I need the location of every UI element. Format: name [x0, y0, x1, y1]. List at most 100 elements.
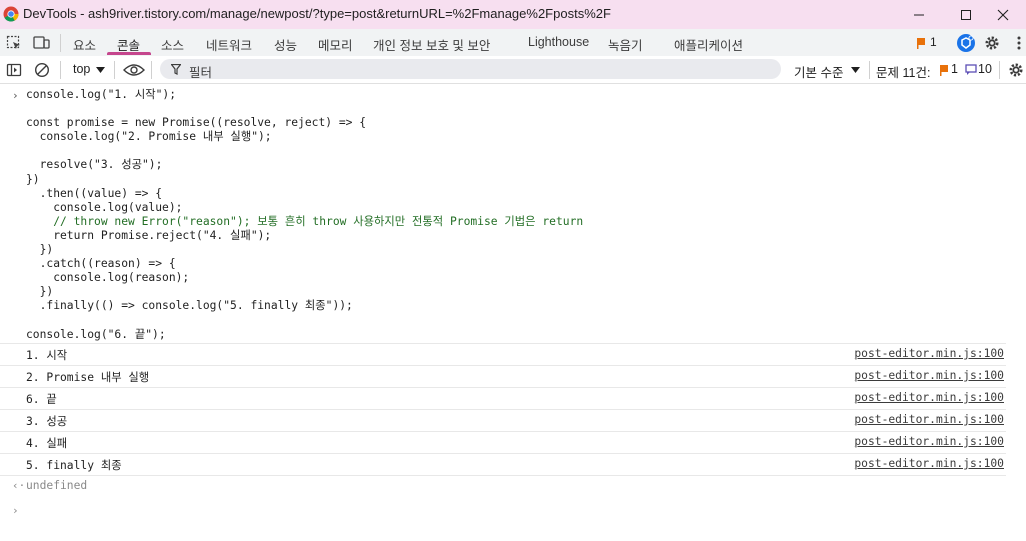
code-line: console.log("6. 끝"); — [26, 327, 166, 341]
tab-privacy-security[interactable]: 개인 정보 보호 및 보안 — [373, 35, 490, 54]
code-line: .finally(() => console.log("5. finally 최… — [26, 299, 353, 313]
tab-recorder[interactable]: 녹음기 — [608, 35, 643, 54]
code-line: }) — [26, 285, 54, 299]
more-vertical-icon — [1017, 36, 1021, 50]
log-source-link[interactable]: post-editor.min.js:100 — [854, 347, 1004, 360]
active-tab-indicator — [107, 52, 151, 55]
divider — [999, 61, 1000, 79]
log-source-link[interactable]: post-editor.min.js:100 — [854, 391, 1004, 404]
filter-placeholder: 필터 — [189, 66, 213, 80]
clear-icon — [34, 62, 50, 78]
close-icon — [997, 9, 1009, 20]
live-expression-button[interactable] — [123, 61, 145, 79]
filter-icon — [171, 64, 181, 75]
sidebar-toggle-button[interactable] — [5, 61, 23, 79]
code-line: const promise = new Promise((resolve, re… — [26, 116, 367, 130]
tab-application[interactable]: 애플리케이션 — [674, 35, 743, 54]
console-log-row: 6. 끝 post-editor.min.js:100 — [0, 387, 1006, 410]
issues-counter[interactable]: 문제 11건: 1 10 — [872, 56, 997, 83]
code-line: console.log("2. Promise 내부 실행"); — [26, 130, 272, 144]
sidebar-icon — [6, 63, 22, 77]
input-chevron-icon: › — [12, 89, 19, 102]
log-message: 1. 시작 — [26, 349, 68, 362]
close-button[interactable] — [980, 0, 1026, 29]
chrome-icon — [3, 6, 19, 22]
settings-button[interactable] — [983, 34, 1001, 52]
log-source-link[interactable]: post-editor.min.js:100 — [854, 413, 1004, 426]
divider — [114, 61, 115, 79]
code-line: .catch((reason) => { — [26, 257, 176, 271]
console-settings-button[interactable] — [1007, 61, 1025, 79]
devtools-tab-bar: 요소 콘솔 소스 네트워크 성능 메모리 개인 정보 보호 및 보안 Light… — [0, 29, 1026, 57]
minimize-icon — [914, 14, 924, 15]
console-area[interactable]: › console.log("1. 시작"); const promise = … — [0, 84, 1026, 541]
filter-input[interactable]: 필터 — [160, 59, 781, 80]
console-log-row: 4. 실패 post-editor.min.js:100 — [0, 431, 1006, 454]
log-source-link[interactable]: post-editor.min.js:100 — [854, 457, 1004, 470]
result-arrow-icon: ‹· — [12, 479, 26, 492]
console-log-row: 1. 시작 post-editor.min.js:100 — [0, 343, 1006, 366]
context-selector[interactable]: top — [66, 56, 110, 83]
maximize-icon — [961, 9, 971, 20]
code-line: console.log("1. 시작"); — [26, 88, 177, 101]
console-toolbar: top 필터 기본 수준 문제 11건: 1 10 — [0, 56, 1026, 84]
console-log-row: 5. finally 최종 post-editor.min.js:100 — [0, 453, 1006, 476]
select-element-icon — [6, 35, 20, 49]
code-comment-line: // throw new Error("reason"); 보통 흔히 thro… — [26, 214, 584, 228]
code-line: }) — [26, 243, 54, 257]
console-log-row: 3. 성공 post-editor.min.js:100 — [0, 409, 1006, 432]
log-message: 6. 끝 — [26, 393, 57, 406]
prompt-chevron-icon: › — [12, 504, 19, 517]
log-message: 4. 실패 — [26, 437, 68, 450]
divider — [60, 61, 61, 79]
divider — [60, 34, 61, 52]
tab-performance[interactable]: 성능 — [274, 35, 297, 54]
warning-flag-icon — [940, 65, 948, 76]
device-toolbar-button[interactable] — [33, 34, 51, 52]
divider — [869, 61, 870, 79]
code-line: resolve("3. 성공"); — [26, 158, 163, 172]
minimize-button[interactable] — [896, 0, 942, 29]
title-bar: DevTools - ash9river.tistory.com/manage/… — [0, 0, 1026, 29]
eye-icon — [123, 64, 145, 76]
gear-icon — [1009, 63, 1023, 77]
code-line: .then((value) => { — [26, 186, 163, 200]
tab-memory[interactable]: 메모리 — [318, 35, 353, 54]
window-title: DevTools - ash9river.tistory.com/manage/… — [23, 6, 611, 21]
code-line: return Promise.reject("4. 실패"); — [26, 228, 272, 242]
ai-assistant-icon — [957, 34, 975, 52]
issues-label: 문제 11건: — [876, 66, 931, 80]
log-message: 2. Promise 내부 실행 — [26, 371, 150, 384]
log-message: 5. finally 최종 — [26, 459, 122, 472]
console-prompt-row[interactable]: › — [0, 498, 1006, 520]
issues-badge-count: 1 — [930, 35, 937, 49]
clear-console-button[interactable] — [33, 61, 51, 79]
log-source-link[interactable]: post-editor.min.js:100 — [854, 369, 1004, 382]
chevron-down-icon — [851, 67, 860, 73]
more-options-button[interactable] — [1010, 34, 1026, 52]
code-line: }) — [26, 172, 40, 186]
console-log-row: 2. Promise 내부 실행 post-editor.min.js:100 — [0, 365, 1006, 388]
gear-icon — [985, 36, 999, 50]
console-input-code: console.log("1. 시작"); const promise = ne… — [26, 88, 583, 342]
tab-lighthouse[interactable]: Lighthouse — [528, 35, 589, 49]
console-result-row: ‹· undefined — [0, 475, 1006, 498]
tab-elements[interactable]: 요소 — [73, 35, 96, 54]
tab-sources[interactable]: 소스 — [161, 35, 184, 54]
tab-network[interactable]: 네트워크 — [206, 35, 252, 54]
log-message: 3. 성공 — [26, 415, 68, 428]
issues-info-count: 10 — [978, 62, 992, 76]
context-label: top — [73, 62, 91, 76]
chevron-down-icon — [96, 67, 105, 73]
result-value: undefined — [26, 479, 88, 492]
issues-warning-count: 1 — [951, 62, 958, 76]
device-mode-icon — [33, 36, 50, 49]
ai-assistance-button[interactable] — [956, 33, 976, 53]
flag-icon — [917, 38, 925, 49]
code-line: console.log(value); — [26, 200, 183, 214]
inspect-element-button[interactable] — [5, 34, 23, 52]
log-levels-dropdown[interactable]: 기본 수준 — [787, 56, 865, 83]
code-line: console.log(reason); — [26, 271, 190, 285]
divider — [151, 61, 152, 79]
log-source-link[interactable]: post-editor.min.js:100 — [854, 435, 1004, 448]
